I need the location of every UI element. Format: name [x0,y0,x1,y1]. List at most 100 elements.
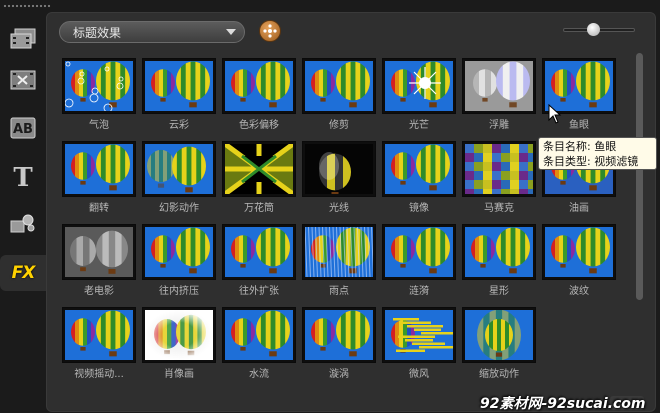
effect-thumbnail-frame [142,141,216,197]
effect-label: 油画 [569,203,589,214]
effect-label: 往外扩张 [239,286,279,297]
effect-thumbnail [385,227,453,277]
effect-label: 漩涡 [329,369,349,380]
effect-thumbnail [225,227,293,277]
effect-tile[interactable]: 微风 [382,307,456,380]
effect-thumbnail-frame [302,307,376,363]
transition-button[interactable] [4,62,42,98]
effect-tile[interactable]: 镜像 [382,141,456,214]
effect-tile[interactable]: 往外扩张 [222,224,296,297]
effect-thumbnail-frame [62,58,136,114]
svg-text:AB: AB [13,122,33,137]
effect-tile[interactable]: 气泡 [62,58,136,131]
effect-thumbnail [305,144,373,194]
effect-tile[interactable]: 雨点 [302,224,376,297]
effect-tile[interactable]: 幻影动作 [142,141,216,214]
effect-thumbnail [385,61,453,111]
effect-thumbnail-frame [382,224,456,280]
effect-tile[interactable]: 缩放动作 [462,307,536,380]
effect-thumbnail [465,310,533,360]
effect-label: 浮雕 [489,120,509,131]
effect-tile[interactable]: 漩涡 [302,307,376,380]
transition-icon [10,70,36,90]
effect-tile[interactable]: 星形 [462,224,536,297]
effect-thumbnail [145,144,213,194]
fx-filter-button[interactable]: FX [0,255,46,291]
options-button[interactable] [259,20,281,42]
effect-label: 缩放动作 [479,369,519,380]
film-reel-icon [263,24,277,38]
effect-thumbnail [465,227,533,277]
effect-tile[interactable]: 波纹 [542,224,616,297]
effect-tile[interactable]: 光芒 [382,58,456,131]
effect-label: 万花筒 [244,203,274,214]
effect-tile[interactable]: 色彩偏移 [222,58,296,131]
effect-thumbnail-frame [222,141,296,197]
effect-thumbnail [65,61,133,111]
effect-label: 肖像画 [164,369,194,380]
effect-label: 修剪 [329,120,349,131]
effect-tile[interactable]: 涟漪 [382,224,456,297]
effect-thumbnail-frame [142,58,216,114]
effect-thumbnail [145,227,213,277]
effect-tile[interactable]: 老电影 [62,224,136,297]
category-dropdown-value: 标题效果 [73,26,122,40]
effect-thumbnail [225,310,293,360]
effect-thumbnail [305,310,373,360]
effect-tile[interactable]: 云彩 [142,58,216,131]
effect-tile[interactable]: 马赛克 [462,141,536,214]
effect-thumbnail [145,61,213,111]
effect-label: 涟漪 [409,286,429,297]
tooltip-item-type: 条目类型: 视频滤镜 [543,155,639,168]
effect-thumbnail [145,310,213,360]
effect-thumbnail-frame [142,224,216,280]
effect-thumbnail-frame [222,58,296,114]
media-library-button[interactable] [4,22,42,58]
effect-tile[interactable]: 水流 [222,307,296,380]
fx-filter-icon: FX [11,263,36,283]
effect-thumbnail [305,61,373,111]
effect-tile[interactable]: 往内挤压 [142,224,216,297]
category-dropdown[interactable]: 标题效果 [59,21,245,43]
panel-grip[interactable] [3,4,51,8]
effect-label: 幻影动作 [159,203,199,214]
graphics-button[interactable] [4,205,42,241]
effect-tile[interactable]: 肖像画 [142,307,216,380]
effect-label: 往内挤压 [159,286,199,297]
ab-title-icon: AB [10,117,36,139]
effect-label: 色彩偏移 [239,120,279,131]
text-t-icon: T [13,163,33,193]
effect-tile[interactable]: 翻转 [62,141,136,214]
vertical-scrollbar[interactable] [636,53,643,300]
effect-thumbnail-frame [542,224,616,280]
effect-thumbnail [65,227,133,277]
effect-thumbnail [305,227,373,277]
text-button[interactable]: T [4,160,42,196]
effect-thumbnail [65,310,133,360]
effect-tile[interactable]: 浮雕 [462,58,536,131]
effect-label: 气泡 [89,120,109,131]
effect-thumbnail [465,144,533,194]
effect-thumbnail [465,61,533,111]
effect-thumbnail-frame [382,141,456,197]
media-library-icon [10,28,36,49]
tooltip-item-name: 条目名称: 鱼眼 [543,140,617,153]
effect-thumbnail-frame [462,141,536,197]
effect-thumbnail-frame [382,58,456,114]
effect-label: 马赛克 [484,203,514,214]
effect-tile[interactable]: 修剪 [302,58,376,131]
effect-thumbnail-frame [462,58,536,114]
effect-thumbnail-frame [62,224,136,280]
thumbnail-size-slider-thumb[interactable] [587,23,600,36]
effect-label: 波纹 [569,286,589,297]
title-button[interactable]: AB [4,110,42,146]
effect-tile[interactable]: 视频摇动... [62,307,136,380]
effect-tile[interactable]: 万花筒 [222,141,296,214]
effect-tile[interactable]: 光线 [302,141,376,214]
effect-thumbnail-frame [142,307,216,363]
effect-thumbnail [545,227,613,277]
mouse-cursor-icon [548,104,562,124]
effect-thumbnail-frame [462,307,536,363]
effect-label: 视频摇动... [74,369,124,380]
graphics-icon [10,214,35,233]
